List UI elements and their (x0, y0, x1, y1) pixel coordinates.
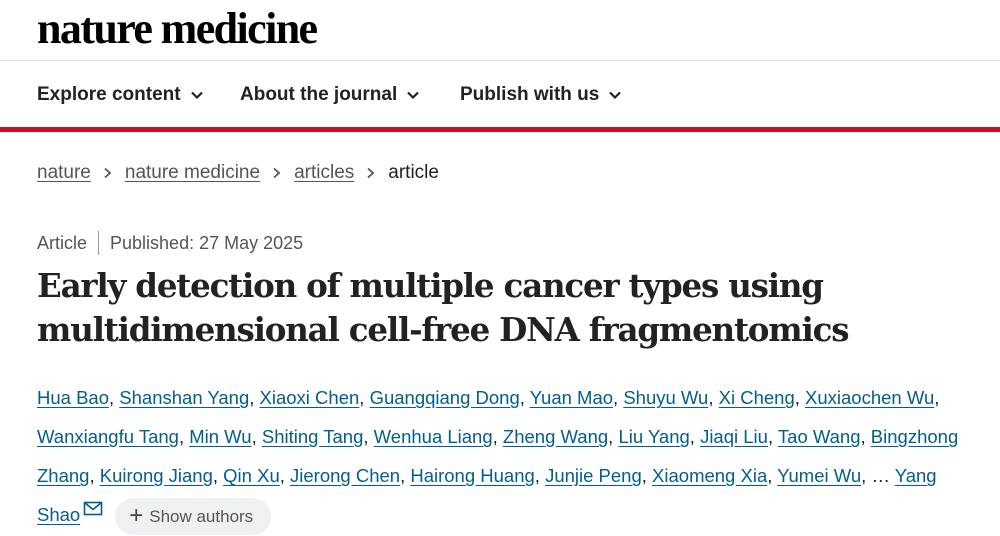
author-link[interactable]: Junjie Peng (545, 465, 642, 486)
author-separator: , (363, 426, 374, 447)
chevron-down-icon (190, 91, 203, 100)
author-separator: , (89, 465, 100, 486)
published-date: Published: 27 May 2025 (110, 232, 304, 253)
author-separator: , (613, 387, 624, 408)
author-separator: , (251, 426, 262, 447)
author-link[interactable]: Shuyu Wu (623, 387, 708, 408)
author-separator: , (400, 465, 411, 486)
show-authors-label: Show authors (149, 506, 254, 526)
author-link[interactable]: Min Wu (189, 426, 251, 447)
breadcrumb: nature nature medicine articles article (37, 160, 439, 186)
nav-item-label: Publish with us (460, 84, 600, 105)
journal-logo[interactable]: nature medicine (37, 3, 318, 55)
author-separator: , (934, 387, 940, 408)
author-link[interactable]: Jierong Chen (290, 465, 400, 486)
author-link[interactable]: Liu Yang (618, 426, 689, 447)
author-separator: , (279, 465, 291, 486)
article-title: Early detection of multiple cancer types… (37, 264, 987, 352)
author-link[interactable]: Xi Cheng (719, 387, 795, 408)
mail-icon[interactable] (83, 501, 103, 517)
author-link[interactable]: Shanshan Yang (119, 387, 249, 408)
author-link[interactable]: Qin Xu (223, 465, 280, 486)
author-separator: , (178, 426, 190, 447)
author-separator: , (109, 387, 120, 408)
author-link[interactable]: Guangqiang Dong (370, 387, 520, 408)
author-link[interactable]: Xiaoxi Chen (260, 387, 360, 408)
author-link[interactable]: Yuan Mao (530, 387, 613, 408)
author-separator: , (492, 426, 503, 447)
author-separator: , (689, 426, 701, 447)
breadcrumb-nature-medicine[interactable]: nature medicine (125, 162, 260, 184)
author-separator: , (767, 465, 778, 486)
author-separator: , (641, 465, 653, 486)
chevron-right-icon (367, 167, 375, 179)
author-link[interactable]: Xuxiaochen Wu (805, 387, 934, 408)
author-link[interactable]: Tao Wang (778, 426, 861, 447)
author-link[interactable]: Hairong Huang (410, 465, 534, 486)
author-link[interactable]: Hua Bao (37, 387, 109, 408)
author-separator: , (708, 387, 719, 408)
author-link[interactable]: Kuirong Jiang (100, 465, 213, 486)
nav-item-label: About the journal (240, 84, 398, 105)
chevron-down-icon (407, 91, 420, 100)
article-type: Article (37, 232, 88, 253)
nav-about-the-journal[interactable]: About the journal (240, 82, 420, 108)
author-separator: , (860, 426, 871, 447)
author-separator: , (534, 465, 546, 486)
meta-divider (98, 231, 100, 255)
article-meta: Article Published: 27 May 2025 (37, 230, 303, 256)
author-separator: , (212, 465, 224, 486)
author-separator: , (608, 426, 619, 447)
author-separator: , (359, 387, 370, 408)
author-list: Hua Bao, Shanshan Yang, Xiaoxi Chen, Gua… (37, 378, 977, 535)
author-separator: , (767, 426, 778, 447)
breadcrumb-nature[interactable]: nature (37, 162, 91, 184)
masthead: nature medicine (0, 0, 1000, 60)
author-link[interactable]: Zheng Wang (503, 426, 608, 447)
author-link[interactable]: Shiting Tang (262, 426, 364, 447)
nav-item-label: Explore content (37, 84, 181, 105)
author-link[interactable]: Xiaomeng Xia (652, 465, 767, 486)
breadcrumb-current: article (388, 162, 439, 183)
nav-explore-content[interactable]: Explore content (37, 82, 204, 108)
chevron-right-icon (104, 167, 112, 179)
chevron-right-icon (273, 167, 281, 179)
nav-publish-with-us[interactable]: Publish with us (460, 82, 622, 108)
author-separator: , (794, 387, 806, 408)
plus-icon: + (129, 502, 144, 530)
author-link[interactable]: Wenhua Liang (374, 426, 493, 447)
author-separator: , (249, 387, 260, 408)
author-ellipsis: … (871, 465, 890, 486)
chevron-down-icon (609, 91, 622, 100)
author-link[interactable]: Wanxiangfu Tang (37, 426, 179, 447)
author-separator: , (861, 465, 872, 486)
breadcrumb-articles[interactable]: articles (294, 162, 354, 184)
title-line-1: Early detection of multiple cancer types… (37, 266, 824, 305)
accent-rule (0, 127, 1000, 132)
show-authors-button[interactable]: + Show authors (115, 497, 272, 535)
title-line-2: multidimensional cell-free DNA fragmento… (37, 310, 849, 349)
author-separator: , (519, 387, 530, 408)
author-link[interactable]: Jiaqi Liu (700, 426, 768, 447)
author-link[interactable]: Yumei Wu (777, 465, 861, 486)
main-nav: Explore content About the journal Publis… (0, 61, 1000, 127)
